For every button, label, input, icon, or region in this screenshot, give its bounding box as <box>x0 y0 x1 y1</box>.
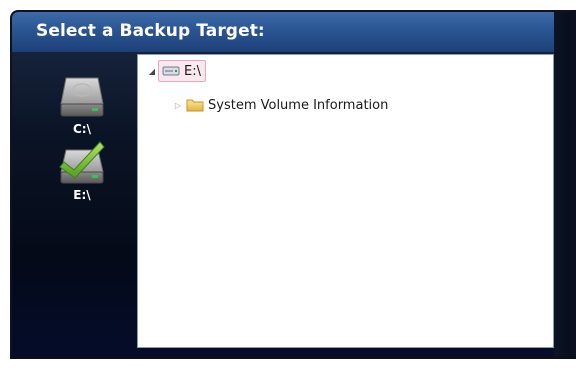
title-bar: Select a Backup Target: <box>12 12 576 52</box>
tree-node-root-selected[interactable]: E:\ <box>158 60 206 82</box>
drive-item-e[interactable]: E:\ <box>42 140 122 202</box>
collapsed-arrow-icon[interactable]: ▷ <box>172 101 184 110</box>
tree-row-root[interactable]: ◢ E:\ <box>146 60 206 82</box>
window-right-border <box>571 10 576 358</box>
folder-icon <box>186 99 204 112</box>
tree-row-system-volume-information[interactable]: ▷ System Volume Information <box>172 95 388 115</box>
expanded-arrow-icon[interactable]: ◢ <box>146 67 158 76</box>
screenshot-frame: Select a Backup Target: C:\ E:\ ◢ E:\ ▷ … <box>0 0 576 369</box>
drive-label-c: C:\ <box>73 122 91 136</box>
window-title: Select a Backup Target: <box>36 21 265 41</box>
drive-item-c[interactable]: C:\ <box>42 74 122 136</box>
drive-list: C:\ E:\ <box>12 52 148 358</box>
drive-icon <box>162 66 180 76</box>
tree-node-system-volume-information-label: System Volume Information <box>208 97 389 113</box>
window-bottom-border <box>10 356 576 359</box>
tree-node-root-label: E:\ <box>184 63 201 79</box>
drive-label-e: E:\ <box>73 188 91 202</box>
hard-drive-checked-icon <box>59 141 105 184</box>
hard-drive-icon <box>60 77 104 117</box>
folder-tree[interactable]: ◢ E:\ ▷ System Volume Information <box>137 54 554 348</box>
tree-node-system-volume-information[interactable]: System Volume Information <box>184 95 388 115</box>
